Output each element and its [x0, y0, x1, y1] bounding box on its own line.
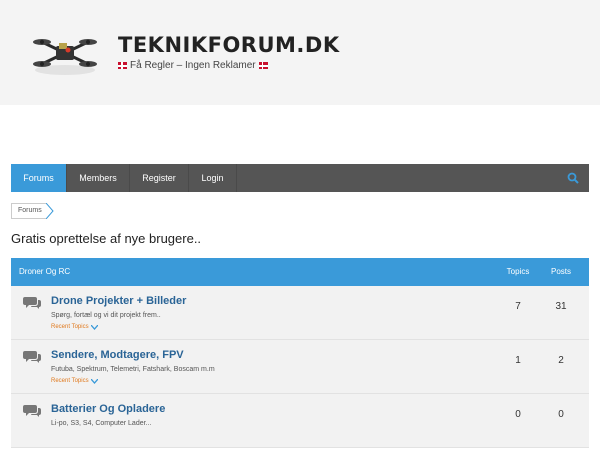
tagline-text: Få Regler – Ingen Reklamer	[130, 60, 256, 71]
forum-table-header: Droner Og RC Topics Posts	[11, 258, 589, 286]
topics-count: 0	[515, 409, 521, 420]
site-title[interactable]: TEKNIKFORUM.DK	[118, 33, 340, 57]
nav-item-forums[interactable]: Forums	[11, 164, 67, 192]
category-title[interactable]: Droner Og RC	[19, 267, 70, 276]
site-header: TEKNIKFORUM.DK Få Regler – Ingen Reklame…	[0, 0, 600, 105]
chat-bubble-icon	[23, 297, 41, 309]
nav-item-register[interactable]: Register	[130, 164, 189, 192]
breadcrumb-arrow-icon	[45, 203, 54, 219]
drone-logo[interactable]	[30, 26, 100, 78]
danish-flag-icon	[258, 62, 268, 69]
page-title: Gratis oprettelse af nye brugere..	[11, 231, 202, 246]
forum-description: Li-po, S3, S4, Computer Lader...	[51, 420, 152, 427]
chat-bubble-icon	[23, 405, 41, 417]
chevron-down-icon	[90, 324, 98, 330]
topics-count: 1	[515, 355, 521, 366]
chevron-down-icon	[90, 378, 98, 384]
breadcrumb-item-forums[interactable]: Forums	[11, 203, 46, 219]
topics-column-header: Topics	[506, 267, 530, 276]
recent-topics-label: Recent Topics	[51, 378, 89, 384]
forum-table: Droner Og RC Topics Posts Drone Projekte…	[11, 258, 589, 448]
danish-flag-icon	[118, 62, 127, 69]
posts-count: 2	[558, 355, 564, 366]
search-icon[interactable]	[567, 172, 579, 184]
forum-row: Sendere, Modtagere, FPV Futuba, Spektrum…	[11, 340, 589, 394]
posts-column-header: Posts	[550, 267, 571, 276]
recent-topics-toggle[interactable]: Recent Topics	[51, 324, 98, 330]
forum-description: Futuba, Spektrum, Telemetri, Fatshark, B…	[51, 366, 215, 373]
site-tagline: Få Regler – Ingen Reklamer	[118, 60, 268, 71]
main-navbar: Forums Members Register Login	[11, 164, 589, 192]
posts-count: 0	[558, 409, 564, 420]
nav-item-members[interactable]: Members	[67, 164, 130, 192]
nav-item-login[interactable]: Login	[189, 164, 237, 192]
breadcrumb: Forums	[11, 203, 54, 219]
chat-bubble-icon	[23, 351, 41, 363]
posts-count: 31	[555, 301, 567, 312]
recent-topics-toggle[interactable]: Recent Topics	[51, 378, 98, 384]
forum-row: Batterier Og Opladere Li-po, S3, S4, Com…	[11, 394, 589, 448]
recent-topics-label: Recent Topics	[51, 324, 89, 330]
topics-count: 7	[515, 301, 521, 312]
forum-title-link[interactable]: Batterier Og Opladere	[51, 403, 165, 415]
forum-description: Spørg, fortæl og vi dit projekt frem..	[51, 312, 161, 319]
forum-title-link[interactable]: Sendere, Modtagere, FPV	[51, 349, 184, 361]
forum-title-link[interactable]: Drone Projekter + Billeder	[51, 295, 186, 307]
forum-row: Drone Projekter + Billeder Spørg, fortæl…	[11, 286, 589, 340]
